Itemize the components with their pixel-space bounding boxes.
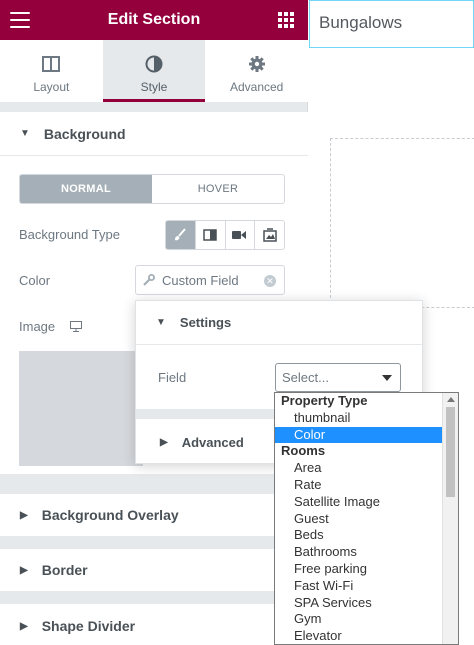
color-label: Color: [19, 273, 51, 288]
panel-tabs: Layout Style Advanced: [0, 40, 308, 102]
dropdown-group-label: Rooms: [281, 443, 326, 459]
tab-style-label: Style: [140, 80, 168, 94]
caret-down-icon: ▼: [156, 317, 166, 328]
dropdown-option[interactable]: thumbnail: [275, 410, 458, 427]
shape-divider-title: Shape Divider: [41, 618, 136, 634]
caret-right-icon: ▶: [20, 620, 28, 632]
background-overlay-title: Background Overlay: [41, 507, 179, 523]
dropdown-option[interactable]: Area: [275, 460, 458, 477]
dropdown-option[interactable]: Fast Wi-Fi: [275, 578, 458, 595]
dropdown-option[interactable]: Rate: [275, 477, 458, 494]
caret-down-icon: ▼: [20, 128, 30, 139]
hover-tab[interactable]: HOVER: [152, 175, 284, 203]
tab-advanced[interactable]: Advanced: [205, 40, 308, 102]
video-icon[interactable]: [224, 221, 255, 249]
empty-drop-area[interactable]: [330, 138, 474, 308]
caret-right-icon: ▶: [160, 436, 168, 448]
contrast-icon: [103, 54, 206, 74]
gear-icon: [205, 54, 308, 74]
layout-icon: [0, 54, 103, 74]
panel-title: Edit Section: [107, 11, 201, 28]
dropdown-option[interactable]: Color: [275, 426, 442, 444]
scrollbar[interactable]: [442, 393, 458, 644]
background-type-label: Background Type: [19, 227, 120, 242]
panel-header: Edit Section: [0, 0, 308, 40]
wrench-icon: [136, 274, 162, 286]
settings-header[interactable]: ▼ Settings: [136, 301, 422, 345]
dropdown-option[interactable]: Guest: [275, 511, 458, 528]
image-preview[interactable]: [19, 351, 143, 466]
tab-layout-label: Layout: [33, 80, 70, 94]
field-select[interactable]: Select...: [275, 363, 401, 392]
desktop-icon[interactable]: [70, 319, 82, 337]
tab-advanced-label: Advanced: [229, 80, 284, 94]
color-dynamic-field[interactable]: Custom Field ✕: [135, 265, 285, 295]
color-field-value: Custom Field: [162, 272, 239, 288]
border-title: Border: [41, 562, 88, 578]
background-section-title: Background: [43, 125, 126, 142]
image-label: Image: [19, 319, 56, 334]
scroll-up-icon[interactable]: [447, 397, 455, 402]
caret-right-icon: ▶: [20, 564, 28, 576]
background-overlay-section[interactable]: ▶ Background Overlay: [0, 494, 308, 536]
settings-title: Settings: [179, 315, 232, 330]
slideshow-icon[interactable]: [254, 221, 284, 249]
dropdown-option[interactable]: Satellite Image: [275, 494, 458, 511]
normal-tab[interactable]: NORMAL: [20, 175, 152, 203]
field-dropdown-list: Property Type thumbnail Color Rooms Area Rate…: [274, 392, 459, 645]
field-select-value: Select...: [282, 370, 329, 385]
brush-icon[interactable]: [166, 221, 195, 249]
preview-heading[interactable]: Bungalows: [309, 0, 474, 48]
dropdown-group-label: Property Type: [281, 393, 368, 408]
state-switcher: NORMAL HOVER: [19, 174, 285, 204]
gradient-icon[interactable]: [194, 221, 225, 249]
advanced-title: Advanced: [181, 434, 244, 450]
background-section-header[interactable]: ▼ Background: [0, 112, 308, 156]
shape-divider-section[interactable]: ▶ Shape Divider: [0, 604, 308, 645]
field-label: Field: [158, 370, 187, 385]
dropdown-option[interactable]: Beds: [275, 527, 458, 544]
background-type-choices: [165, 220, 285, 250]
tab-style[interactable]: Style: [102, 40, 206, 102]
dropdown-option[interactable]: Free parking: [275, 561, 458, 578]
caret-right-icon: ▶: [20, 509, 28, 521]
tab-layout[interactable]: Layout: [0, 40, 103, 102]
dropdown-option[interactable]: Gym: [275, 611, 458, 628]
scrollbar-thumb[interactable]: [446, 407, 455, 497]
chevron-down-icon: [382, 375, 392, 381]
border-section[interactable]: ▶ Border: [0, 549, 308, 591]
dropdown-option[interactable]: Bathrooms: [275, 544, 458, 561]
dropdown-option[interactable]: Elevator: [275, 628, 458, 644]
clear-icon[interactable]: ✕: [264, 275, 276, 287]
editor-root: Edit Section Layout Style Advanced ▼ Bac…: [0, 0, 474, 645]
grid-icon[interactable]: [278, 12, 294, 28]
dropdown-option[interactable]: SPA Services: [275, 595, 458, 612]
